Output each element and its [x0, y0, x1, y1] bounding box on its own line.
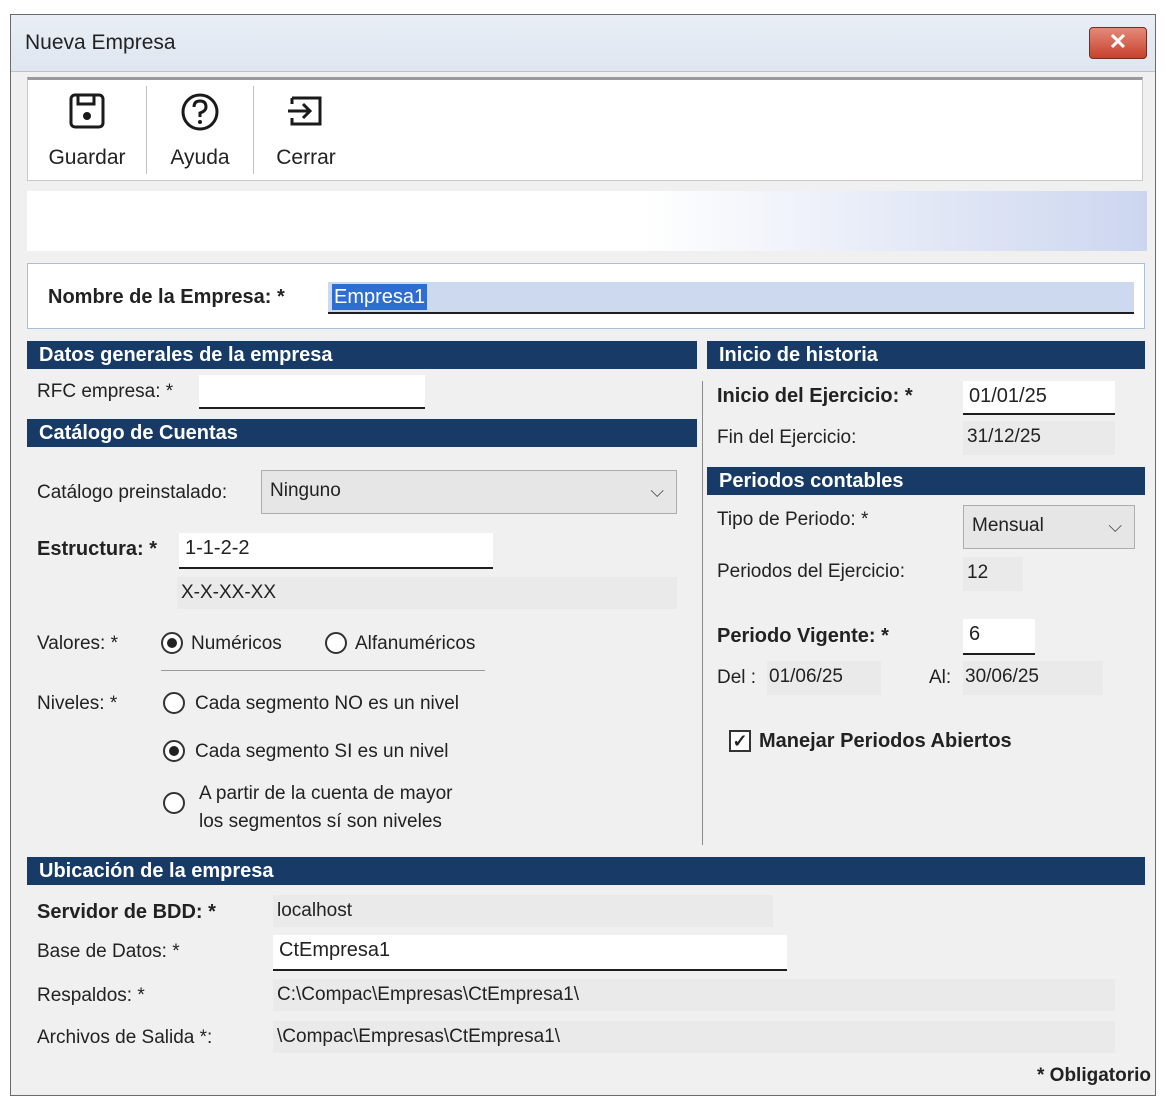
- levels-major-radio[interactable]: [163, 792, 185, 814]
- period-type-value: Mensual: [972, 515, 1044, 536]
- values-alphanumeric-label[interactable]: Alfanuméricos: [355, 633, 475, 655]
- window-close-button[interactable]: ✕: [1089, 27, 1147, 59]
- period-to-label: Al:: [929, 667, 952, 688]
- values-alphanumeric-radio[interactable]: [325, 632, 347, 654]
- output-files-value: \Compac\Empresas\CtEmpresa1\: [273, 1021, 1115, 1053]
- structure-label: Estructura: *: [37, 538, 158, 560]
- fiscal-start-label: Inicio del Ejercicio: *: [717, 385, 913, 407]
- company-name-label: Nombre de la Empresa: *: [48, 286, 285, 308]
- exit-icon: [286, 92, 326, 135]
- period-count-value: 12: [963, 557, 1023, 591]
- save-label: Guardar: [48, 146, 126, 169]
- help-icon: [180, 92, 220, 137]
- fiscal-start-input[interactable]: 01/01/25: [963, 381, 1115, 415]
- current-period-label: Periodo Vigente: *: [717, 625, 889, 647]
- current-period-input[interactable]: 6: [963, 619, 1035, 655]
- period-from-label: Del :: [717, 667, 757, 688]
- database-label: Base de Datos: *: [37, 941, 180, 962]
- levels-label: Niveles: *: [37, 693, 118, 714]
- help-label: Ayuda: [170, 146, 230, 169]
- levels-yes-radio[interactable]: [163, 740, 185, 762]
- levels-no-radio[interactable]: [163, 692, 185, 714]
- history-start-header: Inicio de historia: [707, 341, 1145, 369]
- close-label: Cerrar: [276, 146, 336, 169]
- period-from-value: 01/06/25: [767, 661, 881, 695]
- general-data-header: Datos generales de la empresa: [27, 341, 697, 369]
- backups-label: Respaldos: *: [37, 985, 145, 1006]
- company-name-value: Empresa1: [332, 284, 428, 310]
- save-button[interactable]: Guardar: [28, 80, 146, 180]
- structure-input[interactable]: 1-1-2-2: [179, 533, 493, 569]
- fiscal-end-value: 31/12/25: [963, 421, 1115, 455]
- period-type-label: Tipo de Periodo: *: [717, 509, 869, 530]
- preinstalled-catalog-label: Catálogo preinstalado:: [37, 482, 228, 503]
- levels-major-label-line2[interactable]: los segmentos sí son niveles: [199, 811, 442, 833]
- help-button[interactable]: Ayuda: [148, 80, 252, 180]
- header-banner: [27, 191, 1147, 251]
- values-label: Valores: *: [37, 633, 118, 654]
- db-server-label: Servidor de BDD: *: [37, 901, 216, 923]
- values-numeric-radio[interactable]: [161, 632, 183, 654]
- accounting-periods-header: Periodos contables: [707, 467, 1145, 495]
- account-catalog-header: Catálogo de Cuentas: [27, 419, 697, 447]
- column-divider: [702, 381, 703, 845]
- open-periods-label[interactable]: Manejar Periodos Abiertos: [759, 730, 1012, 753]
- preinstalled-catalog-select[interactable]: Ninguno ⌵: [261, 470, 677, 514]
- save-icon: [68, 92, 106, 135]
- backups-value: C:\Compac\Empresas\CtEmpresa1\: [273, 979, 1115, 1011]
- title-bar[interactable]: Nueva Empresa ✕: [11, 15, 1155, 72]
- chevron-down-icon: ⌵: [1108, 516, 1122, 536]
- toolbar: Guardar Ayuda Cerrar: [27, 77, 1143, 181]
- rfc-label: RFC empresa: *: [37, 381, 174, 402]
- levels-major-label-line1[interactable]: A partir de la cuenta de mayor: [199, 783, 452, 805]
- rfc-input[interactable]: [199, 375, 425, 409]
- db-server-value: localhost: [273, 895, 773, 927]
- structure-mask: X-X-XX-XX: [177, 577, 677, 609]
- fiscal-end-label: Fin del Ejercicio:: [717, 427, 857, 448]
- levels-no-label[interactable]: Cada segmento NO es un nivel: [195, 693, 459, 715]
- output-files-label: Archivos de Salida *:: [37, 1027, 213, 1048]
- required-note: * Obligatorio: [1037, 1065, 1151, 1086]
- levels-yes-label[interactable]: Cada segmento SI es un nivel: [195, 741, 449, 763]
- period-count-label: Periodos del Ejercicio:: [717, 561, 905, 582]
- company-name-input[interactable]: Empresa1: [328, 282, 1134, 314]
- chevron-down-icon: ⌵: [650, 481, 664, 501]
- company-name-panel: Nombre de la Empresa: * Empresa1: [27, 263, 1145, 329]
- company-location-header: Ubicación de la empresa: [27, 857, 1145, 885]
- window-title: Nueva Empresa: [25, 31, 176, 54]
- dialog-window: Nueva Empresa ✕ Guardar Ayuda Cerrar Nom…: [10, 14, 1156, 1096]
- values-numeric-label[interactable]: Numéricos: [191, 633, 282, 655]
- open-periods-checkbox[interactable]: ✓: [729, 730, 751, 752]
- database-input[interactable]: CtEmpresa1: [273, 935, 787, 971]
- close-button[interactable]: Cerrar: [254, 80, 358, 180]
- period-to-value: 30/06/25: [963, 661, 1103, 695]
- toolbar-separator: [146, 86, 147, 174]
- values-divider: [161, 670, 485, 671]
- preinstalled-catalog-value: Ninguno: [270, 480, 341, 501]
- period-type-select[interactable]: Mensual ⌵: [963, 505, 1135, 549]
